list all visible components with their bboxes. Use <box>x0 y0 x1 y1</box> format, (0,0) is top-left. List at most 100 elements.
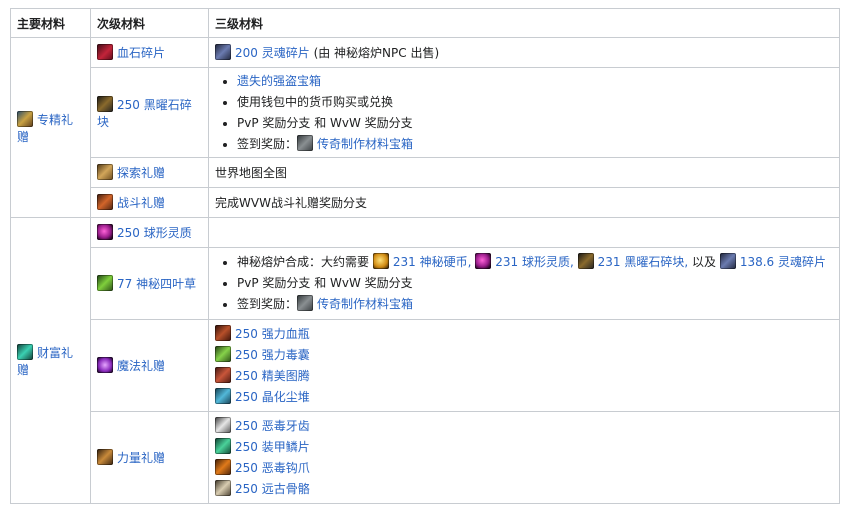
list-item: 签到奖励： 传奇制作材料宝箱 <box>237 294 833 315</box>
list-item: 250 恶毒牙齿 <box>215 416 833 437</box>
list-item: 250 恶毒钩爪 <box>215 458 833 479</box>
list-item: PvP 奖励分支 和 WvW 奖励分支 <box>237 113 833 134</box>
armored-scale-icon <box>215 437 231 454</box>
battle-gift-icon <box>97 194 113 210</box>
exploration-link[interactable]: 探索礼赠 <box>117 166 165 180</box>
vicious-fang-link[interactable]: 250 恶毒牙齿 <box>235 419 310 433</box>
obsidian-sources-list: 遗失的强盗宝箱 使用钱包中的货币购买或兑换 PvP 奖励分支 和 WvW 奖励分… <box>215 71 833 155</box>
table-row: 战斗礼赠 完成WVW战斗礼赠奖励分支 <box>11 187 840 218</box>
table-row: 财富礼赠 250 球形灵质 <box>10 217 840 504</box>
obsidian-link[interactable]: 231 黑曜石碎块, <box>598 255 689 269</box>
table-row: 魔法礼赠 250 强力血瓶 250 强力毒囊 250 精美图腾 250 晶化尘堆 <box>11 319 840 412</box>
legendary-chest-link[interactable]: 传奇制作材料宝箱 <box>317 137 413 151</box>
tertiary-cell: 250 恶毒牙齿 250 装甲鳞片 250 恶毒钩爪 250 远古骨骼 <box>208 411 840 504</box>
list-item: 250 精美图腾 <box>215 366 833 387</box>
magic-gift-icon <box>97 357 113 373</box>
powerful-venom-icon <box>215 345 231 362</box>
crystalline-orb-icon <box>97 224 113 240</box>
header-primary: 主要材料 <box>10 8 91 38</box>
header-tertiary: 三级材料 <box>208 8 840 38</box>
tertiary-cell: 250 强力血瓶 250 强力毒囊 250 精美图腾 250 晶化尘堆 <box>208 319 840 412</box>
header-secondary: 次级材料 <box>90 8 209 38</box>
vicious-fang-icon <box>215 416 231 433</box>
list-item: 遗失的强盗宝箱 <box>237 71 833 92</box>
spirit-shard-icon <box>215 44 231 60</box>
bloodstone-shard-icon <box>97 44 113 60</box>
signin-label: 签到奖励： <box>237 136 298 151</box>
clover-sources-list: 神秘熔炉合成：大约需要 231 神秘硬币, 231 球形灵质, 231 黑曜石碎… <box>215 252 833 315</box>
materials-table: 主要材料 次级材料 三级材料 专精礼赠 血石碎片 200 灵魂碎片 (由 神秘熔… <box>10 8 840 504</box>
table-header-row: 主要材料 次级材料 三级材料 <box>10 8 840 38</box>
secondary-cell: 250 球形灵质 <box>90 217 209 248</box>
vicious-claw-icon <box>215 458 231 475</box>
tertiary-cell: 完成WVW战斗礼赠奖励分支 <box>208 187 840 218</box>
obsidian-shard-icon <box>97 95 113 112</box>
magic-link[interactable]: 魔法礼赠 <box>117 359 165 373</box>
table-row: 力量礼赠 250 恶毒牙齿 250 装甲鳞片 250 恶毒钩爪 250 远古骨骼 <box>11 411 840 504</box>
list-item: 250 远古骨骼 <box>215 479 833 500</box>
spirit-shard-icon <box>719 253 736 269</box>
crystalline-orb-icon <box>475 253 492 269</box>
powerful-venom-link[interactable]: 250 强力毒囊 <box>235 348 310 362</box>
group-cell-mastery: 专精礼赠 <box>10 37 91 218</box>
powerful-blood-icon <box>215 324 231 341</box>
tertiary-cell <box>208 217 840 248</box>
fortune-gift-icon <box>17 343 33 360</box>
secondary-cell: 探索礼赠 <box>90 157 209 188</box>
list-item: 250 晶化尘堆 <box>215 387 833 408</box>
list-item: 250 装甲鳞片 <box>215 437 833 458</box>
battle-link[interactable]: 战斗礼赠 <box>117 196 165 210</box>
tertiary-cell: 世界地图全图 <box>208 157 840 188</box>
might-link[interactable]: 力量礼赠 <box>117 451 165 465</box>
secondary-cell: 77 神秘四叶草 <box>90 247 209 320</box>
elaborate-totem-icon <box>215 366 231 383</box>
list-item: 使用钱包中的货币购买或兑换 <box>237 92 833 113</box>
secondary-cell: 战斗礼赠 <box>90 187 209 218</box>
table-row: 专精礼赠 血石碎片 200 灵魂碎片 (由 神秘熔炉NPC 出售) <box>10 37 840 218</box>
list-item: PvP 奖励分支 和 WvW 奖励分支 <box>237 273 833 294</box>
crystalline-dust-link[interactable]: 250 晶化尘堆 <box>235 390 310 404</box>
secondary-cell: 250 黑曜石碎块 <box>90 67 209 158</box>
orb-link[interactable]: 250 球形灵质 <box>117 226 192 240</box>
legendary-chest-link[interactable]: 传奇制作材料宝箱 <box>317 297 413 311</box>
mystic-clover-icon <box>97 275 113 291</box>
orb-link[interactable]: 231 球形灵质, <box>495 255 574 269</box>
table-row: 77 神秘四叶草 神秘熔炉合成：大约需要 231 神秘硬币, 231 球形灵质,… <box>11 247 840 320</box>
chest-icon <box>297 134 314 151</box>
secondary-cell: 血石碎片 <box>90 37 209 68</box>
secondary-cell: 力量礼赠 <box>90 411 209 504</box>
armored-scale-link[interactable]: 250 装甲鳞片 <box>235 440 310 454</box>
exploration-gift-icon <box>97 164 113 180</box>
bloodstone-link[interactable]: 血石碎片 <box>117 46 165 60</box>
powerful-blood-link[interactable]: 250 强力血瓶 <box>235 327 310 341</box>
might-gift-icon <box>97 449 113 465</box>
elaborate-totem-link[interactable]: 250 精美图腾 <box>235 369 310 383</box>
forge-label: 神秘熔炉合成：大约需要 <box>237 255 370 269</box>
vendor-note: (由 神秘熔炉NPC 出售) <box>313 46 440 60</box>
ancient-bone-icon <box>215 479 231 496</box>
mastery-gift-icon <box>17 110 33 127</box>
ancient-bone-link[interactable]: 250 远古骨骼 <box>235 482 310 496</box>
crystalline-dust-icon <box>215 387 231 404</box>
list-item: 签到奖励： 传奇制作材料宝箱 <box>237 134 833 155</box>
spirit-shard-link[interactable]: 138.6 灵魂碎片 <box>740 255 826 269</box>
secondary-cell: 魔法礼赠 <box>90 319 209 412</box>
clover-link[interactable]: 77 神秘四叶草 <box>117 277 196 291</box>
and-text: 以及 <box>691 255 716 269</box>
chest-icon <box>297 295 314 311</box>
table-row: 250 黑曜石碎块 遗失的强盗宝箱 使用钱包中的货币购买或兑换 PvP 奖励分支… <box>11 67 840 158</box>
table-row: 探索礼赠 世界地图全图 <box>11 157 840 188</box>
list-item: 250 强力血瓶 <box>215 324 833 345</box>
signin-label: 签到奖励： <box>237 297 298 311</box>
group-cell-fortune: 财富礼赠 <box>10 217 91 504</box>
lost-bandit-chest-link[interactable]: 遗失的强盗宝箱 <box>237 74 321 88</box>
tertiary-cell: 200 灵魂碎片 (由 神秘熔炉NPC 出售) <box>208 37 840 68</box>
mystic-coin-icon <box>372 253 389 269</box>
list-item: 神秘熔炉合成：大约需要 231 神秘硬币, 231 球形灵质, 231 黑曜石碎… <box>237 252 833 273</box>
mystic-coin-link[interactable]: 231 神秘硬币, <box>393 255 472 269</box>
spirit-shard-link[interactable]: 200 灵魂碎片 <box>235 46 310 60</box>
list-item: 250 强力毒囊 <box>215 345 833 366</box>
obsidian-shard-icon <box>577 253 594 269</box>
tertiary-cell: 遗失的强盗宝箱 使用钱包中的货币购买或兑换 PvP 奖励分支 和 WvW 奖励分… <box>208 67 840 158</box>
vicious-claw-link[interactable]: 250 恶毒钩爪 <box>235 461 310 475</box>
